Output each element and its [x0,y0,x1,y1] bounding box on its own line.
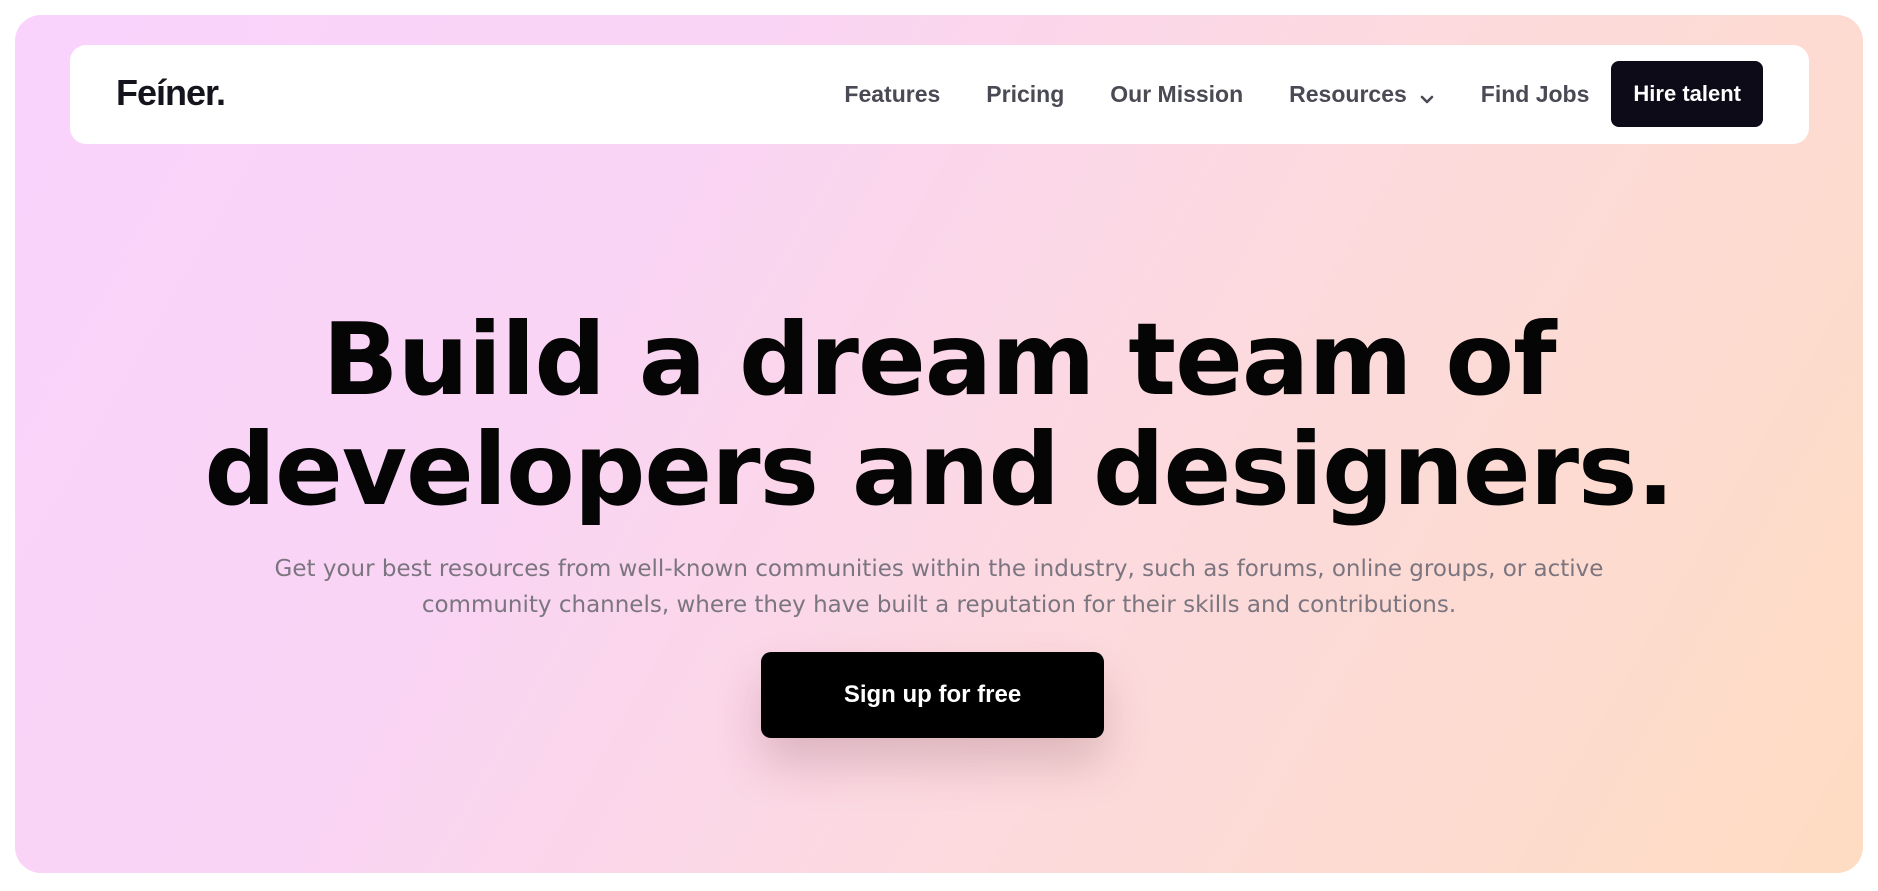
hire-talent-button[interactable]: Hire talent [1611,61,1763,127]
navbar: Feíner. Features Pricing Our Mission Res… [70,45,1809,144]
nav-link-resources[interactable]: Resources [1289,81,1435,108]
sign-up-button[interactable]: Sign up for free [761,652,1104,738]
nav-link-find-jobs[interactable]: Find Jobs [1481,81,1590,108]
nav-link-features[interactable]: Features [844,81,940,108]
brand-logo[interactable]: Feíner. [116,71,226,115]
nav-link-our-mission[interactable]: Our Mission [1110,81,1243,108]
hero-headline: Build a dream team of developers and des… [15,305,1863,525]
chevron-down-icon [1419,86,1435,104]
hero-headline-line-2: developers and designers. [204,411,1674,528]
hero-headline-line-1: Build a dream team of [322,301,1556,418]
nav-links: Features Pricing Our Mission Resources F… [844,61,1763,127]
hero-frame: Feíner. Features Pricing Our Mission Res… [15,15,1863,873]
nav-link-resources-label: Resources [1289,80,1407,107]
nav-link-pricing[interactable]: Pricing [986,81,1064,108]
hero-subtitle: Get your best resources from well-known … [274,556,1604,618]
